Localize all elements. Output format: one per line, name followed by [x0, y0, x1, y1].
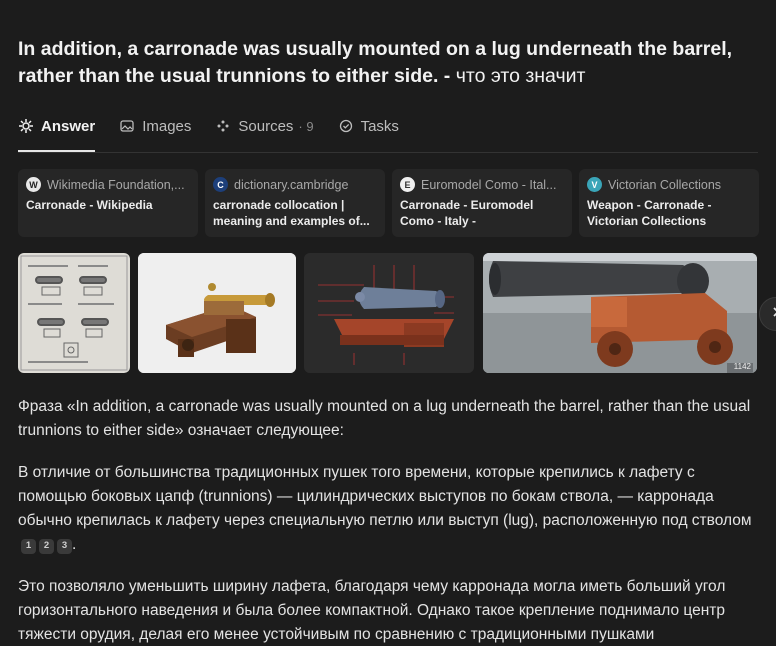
tab-tasks[interactable]: Tasks: [338, 114, 399, 138]
gallery-image-carronade-photo[interactable]: 1142: [483, 253, 757, 373]
source-cards: W Wikimedia Foundation,... Carronade - W…: [18, 169, 766, 237]
tabs-divider: [18, 152, 758, 153]
source-card-victorian-collections[interactable]: V Victorian Collections Weapon - Carrona…: [579, 169, 759, 237]
question-text-en: In addition, a carronade was usually mou…: [18, 38, 733, 87]
source-title: carronade collocation | meaning and exam…: [213, 198, 370, 228]
sparkle-icon: [18, 118, 34, 134]
source-card-cambridge[interactable]: C dictionary.cambridge carronade colloca…: [205, 169, 385, 237]
source-card-wikipedia[interactable]: W Wikimedia Foundation,... Carronade - W…: [18, 169, 198, 237]
check-circle-icon: [338, 118, 354, 134]
result-tabs: Answer Images Sources · 9 Tasks: [18, 114, 423, 154]
image-size-badge: 1142: [733, 362, 751, 371]
answer-paragraph-3: Это позволяло уменьшить ширину лафета, б…: [18, 578, 726, 643]
gallery-next-button[interactable]: [759, 297, 776, 331]
cambridge-favicon-icon: C: [213, 177, 228, 192]
answer-paragraph-2: В отличие от большинства традиционных пу…: [18, 464, 752, 554]
gallery-image-carronade-drawings[interactable]: [18, 253, 130, 373]
gallery-image-brass-carronade-model[interactable]: [138, 253, 296, 373]
answer-paragraph-1: Фраза «In addition, a carronade was usua…: [18, 398, 751, 439]
victorian-collections-favicon-icon: V: [587, 177, 602, 192]
sources-icon: [215, 118, 231, 134]
image-icon: [119, 118, 135, 134]
sources-count: · 9: [298, 118, 314, 134]
tab-images[interactable]: Images: [119, 114, 191, 138]
citation-badge[interactable]: 2: [39, 538, 54, 554]
chevron-right-icon: [770, 305, 776, 323]
euromodel-favicon-icon: E: [400, 177, 415, 192]
source-card-euromodel[interactable]: E Euromodel Como - Ital... Carronade - E…: [392, 169, 572, 237]
citation-badge[interactable]: 1: [21, 538, 36, 554]
gallery-image-carronade-diagram[interactable]: [304, 253, 474, 373]
answer-body: Фраза «In addition, a carronade was usua…: [18, 395, 758, 646]
question-heading: In addition, a carronade was usually mou…: [18, 36, 738, 90]
source-title: Carronade - Euromodel Como - Italy -: [400, 198, 534, 228]
source-title: Weapon - Carronade - Victorian Collectio…: [587, 198, 712, 228]
source-title: Carronade - Wikipedia: [26, 198, 153, 212]
tab-answer[interactable]: Answer: [18, 114, 95, 138]
question-text-ru: что это значит: [455, 65, 586, 87]
citation-badge[interactable]: 3: [57, 538, 72, 554]
image-gallery: 1142: [18, 253, 776, 373]
tab-sources[interactable]: Sources · 9: [215, 114, 314, 138]
wikipedia-favicon-icon: W: [26, 177, 41, 192]
